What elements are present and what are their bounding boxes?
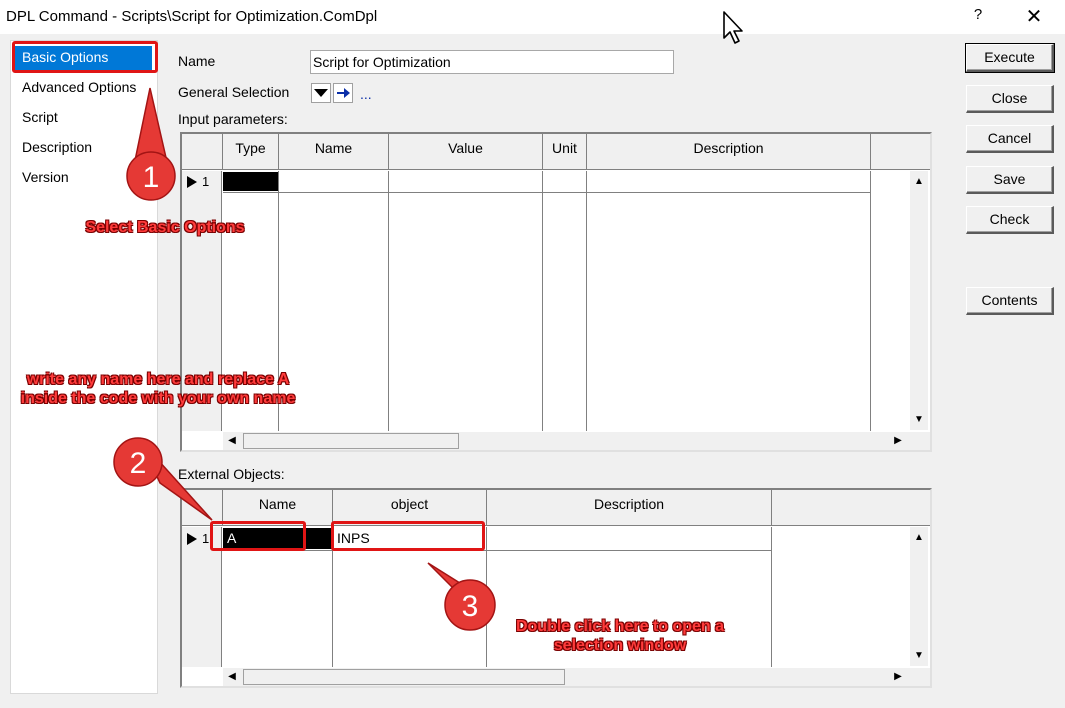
annotation-step1-text: Select Basic Options (85, 219, 245, 236)
step3-number: 3 (462, 590, 479, 623)
annotation-step3-text: Double click here to open a selection wi… (515, 618, 725, 654)
step2-number: 2 (130, 447, 147, 480)
step1-number: 1 (143, 161, 160, 194)
annotation-markers: 1 2 3 (113, 87, 496, 631)
annotation-step2-text: write any name here and replace A inside… (20, 371, 296, 407)
